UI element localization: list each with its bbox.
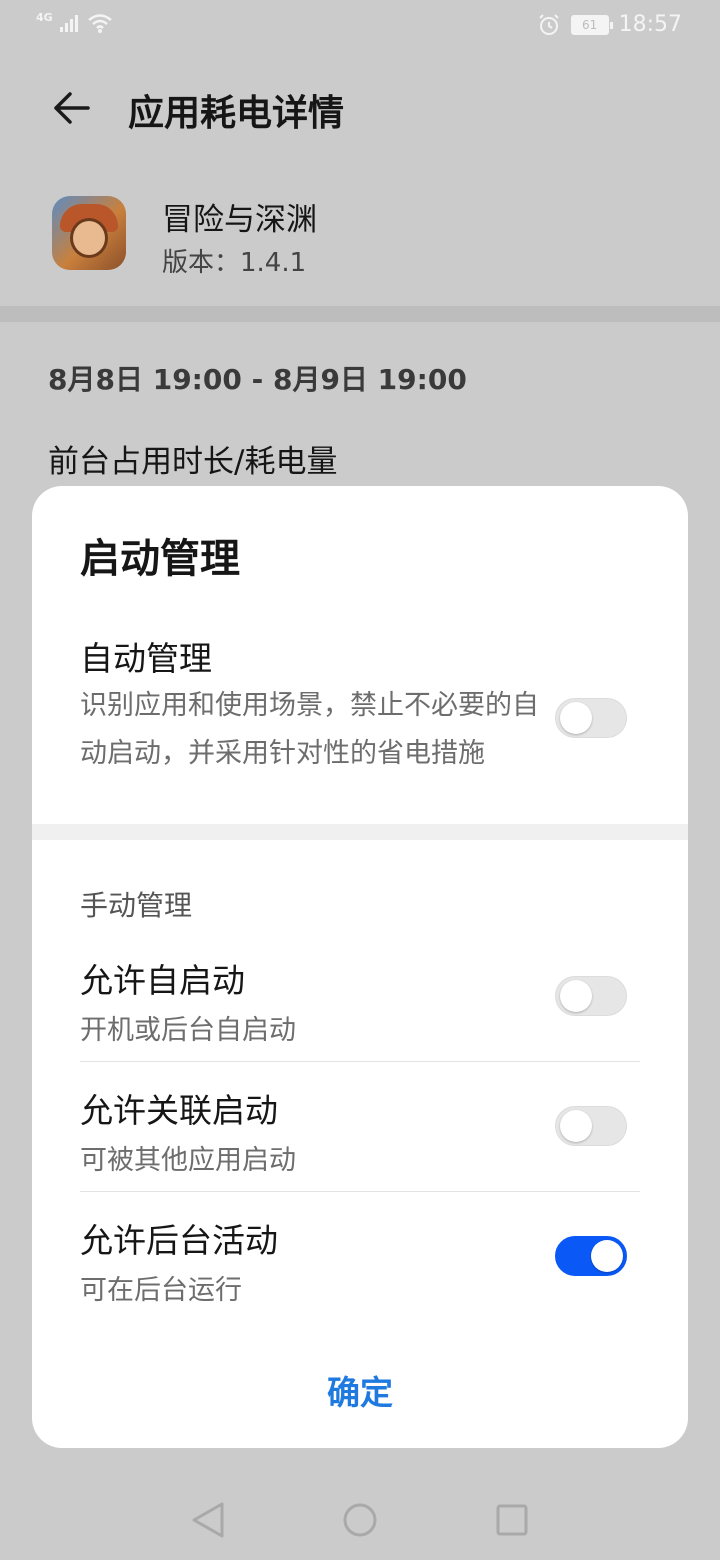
battery-level: 61 <box>581 17 598 32</box>
list-item-allow-auto-start[interactable]: 允许自启动 开机或后台自启动 <box>32 932 688 1062</box>
auto-manage-title: 自动管理 <box>80 639 212 678</box>
toggle-knob <box>591 1240 623 1272</box>
row-subtitle: 可在后台运行 <box>80 1275 242 1306</box>
toggle-knob <box>560 702 592 734</box>
list-item-allow-background-activity[interactable]: 允许后台活动 可在后台运行 <box>32 1192 688 1322</box>
row-title: 允许后台活动 <box>80 1221 278 1260</box>
date-range: 8月8日 19:00 - 8月9日 19:00 <box>48 363 467 396</box>
row-subtitle: 开机或后台自启动 <box>80 1015 296 1046</box>
row-title: 允许自启动 <box>80 961 245 1000</box>
app-icon <box>52 196 126 270</box>
allow-background-activity-toggle[interactable] <box>555 1236 627 1276</box>
navigation-bar <box>0 1480 720 1560</box>
usage-label: 前台占用时长/耗电量 <box>48 444 338 480</box>
toggle-knob <box>560 1110 592 1142</box>
clock: 18:57 <box>618 12 682 37</box>
network-type-label: 4G <box>36 10 53 24</box>
section-divider <box>0 306 720 322</box>
header: 应用耗电详情 <box>0 60 720 156</box>
auto-manage-toggle[interactable] <box>555 698 627 738</box>
app-info: 冒险与深渊 版本：1.4.1 <box>0 180 720 306</box>
nav-back-icon[interactable] <box>190 1500 226 1540</box>
status-right: 61 18:57 <box>537 12 682 37</box>
back-arrow-icon[interactable] <box>48 84 96 132</box>
list-item-allow-associated-start[interactable]: 允许关联启动 可被其他应用启动 <box>32 1062 688 1192</box>
app-version: 版本：1.4.1 <box>162 248 307 278</box>
status-bar: 4G 61 18:57 <box>0 0 720 52</box>
confirm-button[interactable]: 确定 <box>32 1348 688 1438</box>
page-title: 应用耗电详情 <box>128 93 345 134</box>
row-title: 允许关联启动 <box>80 1091 278 1130</box>
manual-manage-label: 手动管理 <box>80 889 193 922</box>
nav-home-icon[interactable] <box>342 1502 378 1538</box>
startup-management-dialog: 启动管理 自动管理 识别应用和使用场景，禁止不必要的自动启动，并采用针对性的省电… <box>32 486 688 1448</box>
toggle-knob <box>560 980 592 1012</box>
row-subtitle: 可被其他应用启动 <box>80 1145 296 1176</box>
allow-associated-start-toggle[interactable] <box>555 1106 627 1146</box>
app-icon-face <box>70 218 108 258</box>
wifi-icon <box>87 14 112 33</box>
dialog-title: 启动管理 <box>80 536 240 582</box>
status-left: 4G <box>36 10 113 34</box>
alarm-icon <box>538 13 559 35</box>
nav-recent-apps-icon[interactable] <box>496 1504 528 1536</box>
signal-icon <box>59 15 78 32</box>
section-divider <box>32 824 688 840</box>
app-name: 冒险与深渊 <box>162 202 317 238</box>
auto-manage-description: 识别应用和使用场景，禁止不必要的自动启动，并采用针对性的省电措施 <box>80 690 539 769</box>
battery-icon: 61 <box>570 14 613 35</box>
allow-auto-start-toggle[interactable] <box>555 976 627 1016</box>
